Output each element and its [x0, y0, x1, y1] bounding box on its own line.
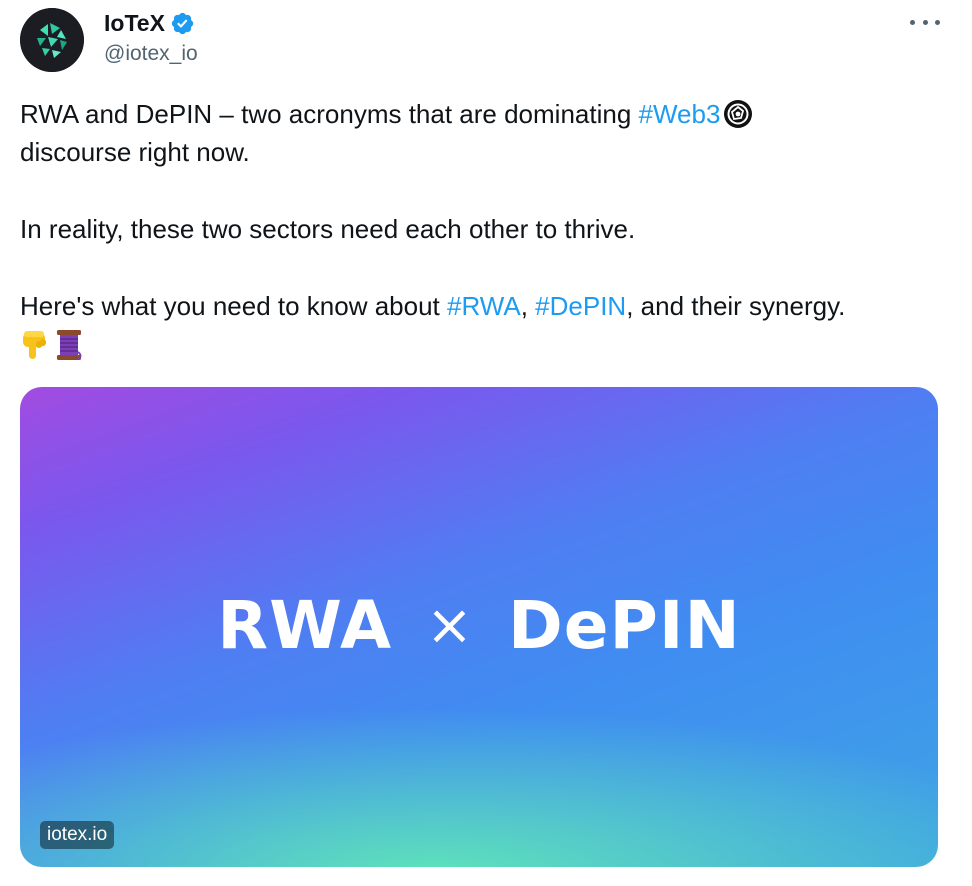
tweet-media-image[interactable]: RWA × DePIN iotex.io — [20, 387, 938, 867]
text-segment: RWA and DePIN – two acronyms that are do… — [20, 99, 639, 129]
emoji-row — [20, 325, 950, 365]
dot — [910, 19, 915, 25]
media-title: RWA × DePIN — [20, 587, 938, 664]
media-right-word: DePIN — [507, 587, 741, 664]
name-row: IoTeX — [104, 8, 198, 38]
web3-swirl-icon — [724, 100, 753, 128]
tweet-paragraph-1: RWA and DePIN – two acronyms that are do… — [20, 95, 950, 171]
text-segment: Here's what you need to know about — [20, 291, 448, 321]
tweet-paragraph-2: In reality, these two sectors need each … — [20, 214, 636, 244]
media-left-word: RWA — [217, 587, 393, 664]
iotex-logo-icon — [20, 8, 84, 72]
text-segment: discourse right now. — [20, 137, 250, 167]
thread-spool-emoji — [57, 330, 82, 360]
tweet-text: RWA and DePIN – two acronyms that are do… — [20, 95, 950, 365]
hashtag-web3-link[interactable]: #Web3 — [639, 99, 721, 129]
hashtag-depin-link[interactable]: #DePIN — [535, 291, 626, 321]
author-header: IoTeX @iotex_io — [104, 8, 198, 66]
pointing-down-emoji — [23, 331, 46, 359]
author-handle[interactable]: @iotex_io — [104, 42, 198, 66]
tweet-card: IoTeX @iotex_io RWA and DePIN – two acro… — [0, 0, 972, 886]
dot — [922, 19, 928, 25]
verified-badge-icon[interactable] — [170, 11, 195, 36]
display-name[interactable]: IoTeX — [104, 10, 165, 37]
hashtag-rwa-link[interactable]: #RWA — [447, 291, 521, 321]
more-options-icon[interactable] — [910, 12, 940, 32]
link-domain-badge[interactable]: iotex.io — [40, 821, 115, 849]
text-segment: , and their synergy. — [626, 291, 846, 321]
times-icon: × — [426, 593, 474, 658]
tweet-paragraph-3: Here's what you need to know about #RWA,… — [20, 287, 950, 325]
text-segment: , — [520, 291, 536, 321]
author-avatar[interactable] — [20, 8, 84, 72]
dot — [935, 19, 940, 25]
